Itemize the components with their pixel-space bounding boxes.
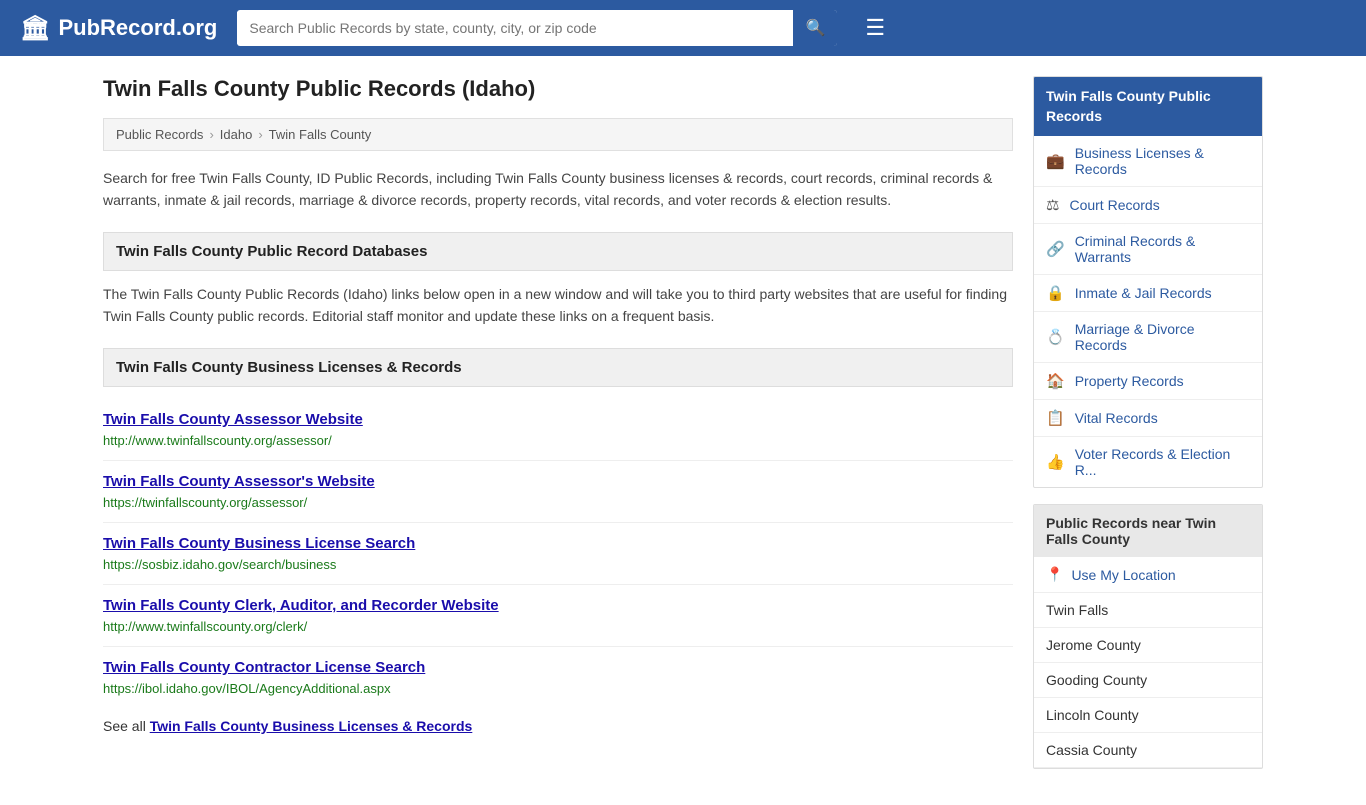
databases-section-text: The Twin Falls County Public Records (Id… xyxy=(103,283,1013,328)
content-wrapper: Twin Falls County Public Records (Idaho)… xyxy=(83,56,1283,805)
nearby-item-label: Cassia County xyxy=(1046,742,1137,758)
location-pin-icon: 📍 xyxy=(1046,566,1063,583)
see-all-text: See all xyxy=(103,718,146,734)
record-title-2[interactable]: Twin Falls County Business License Searc… xyxy=(103,535,1013,552)
record-url-1: https://twinfallscounty.org/assessor/ xyxy=(103,495,307,510)
records-list: Twin Falls County Assessor Website http:… xyxy=(103,399,1013,708)
see-all-link[interactable]: Twin Falls County Business Licenses & Re… xyxy=(150,718,473,734)
nearby-lincoln-county[interactable]: Lincoln County xyxy=(1034,698,1262,733)
sidebar-box-title: Twin Falls County Public Records xyxy=(1034,77,1262,136)
logo[interactable]: 🏛 PubRecord.org xyxy=(20,14,217,43)
breadcrumb-public-records[interactable]: Public Records xyxy=(116,127,203,142)
sidebar-item-label: Property Records xyxy=(1075,373,1184,389)
house-icon: 🏠 xyxy=(1046,372,1065,390)
briefcase-icon: 💼 xyxy=(1046,152,1065,170)
business-section-header: Twin Falls County Business Licenses & Re… xyxy=(103,348,1013,387)
sidebar-item-marriage-records[interactable]: 💍 Marriage & Divorce Records xyxy=(1034,312,1262,363)
menu-icon[interactable]: ☰ xyxy=(865,15,885,41)
record-title-4[interactable]: Twin Falls County Contractor License Sea… xyxy=(103,659,1013,676)
record-item: Twin Falls County Assessor's Website htt… xyxy=(103,461,1013,523)
see-all: See all Twin Falls County Business Licen… xyxy=(103,718,1013,734)
sidebar-item-vital-records[interactable]: 📋 Vital Records xyxy=(1034,400,1262,437)
search-input[interactable] xyxy=(237,12,793,44)
nearby-title: Public Records near Twin Falls County xyxy=(1034,505,1262,557)
nearby-item-label: Gooding County xyxy=(1046,672,1147,688)
sidebar-item-court-records[interactable]: ⚖ Court Records xyxy=(1034,187,1262,224)
breadcrumb-twin-falls[interactable]: Twin Falls County xyxy=(269,127,372,142)
record-title-3[interactable]: Twin Falls County Clerk, Auditor, and Re… xyxy=(103,597,1013,614)
link-icon: 🔗 xyxy=(1046,240,1065,258)
scales-icon: ⚖ xyxy=(1046,196,1059,214)
breadcrumb: Public Records › Idaho › Twin Falls Coun… xyxy=(103,118,1013,151)
sidebar-item-label: Criminal Records & Warrants xyxy=(1075,233,1250,265)
breadcrumb-idaho[interactable]: Idaho xyxy=(220,127,253,142)
nearby-item-label: Twin Falls xyxy=(1046,602,1108,618)
sidebar-item-label: Court Records xyxy=(1069,197,1159,213)
record-url-4: https://ibol.idaho.gov/IBOL/AgencyAdditi… xyxy=(103,681,391,696)
sidebar-item-label: Business Licenses & Records xyxy=(1075,145,1250,177)
record-item: Twin Falls County Clerk, Auditor, and Re… xyxy=(103,585,1013,647)
sidebar-item-criminal-records[interactable]: 🔗 Criminal Records & Warrants xyxy=(1034,224,1262,275)
breadcrumb-sep-1: › xyxy=(209,127,213,142)
nearby-cassia-county[interactable]: Cassia County xyxy=(1034,733,1262,768)
record-item: Twin Falls County Assessor Website http:… xyxy=(103,399,1013,461)
sidebar-item-inmate-records[interactable]: 🔒 Inmate & Jail Records xyxy=(1034,275,1262,312)
nearby-twin-falls[interactable]: Twin Falls xyxy=(1034,593,1262,628)
record-url-0: http://www.twinfallscounty.org/assessor/ xyxy=(103,433,332,448)
sidebar-nearby-box: Public Records near Twin Falls County 📍 … xyxy=(1033,504,1263,769)
search-icon: 🔍 xyxy=(805,20,825,37)
record-title-1[interactable]: Twin Falls County Assessor's Website xyxy=(103,473,1013,490)
sidebar-public-records-box: Twin Falls County Public Records 💼 Busin… xyxy=(1033,76,1263,488)
sidebar-item-label: Voter Records & Election R... xyxy=(1075,446,1250,478)
nearby-item-label: Use My Location xyxy=(1071,567,1175,583)
page-title: Twin Falls County Public Records (Idaho) xyxy=(103,76,1013,102)
lock-icon: 🔒 xyxy=(1046,284,1065,302)
record-url-2: https://sosbiz.idaho.gov/search/business xyxy=(103,557,336,572)
nearby-item-label: Lincoln County xyxy=(1046,707,1139,723)
nearby-item-label: Jerome County xyxy=(1046,637,1141,653)
databases-section-header: Twin Falls County Public Record Database… xyxy=(103,232,1013,271)
sidebar-item-label: Vital Records xyxy=(1075,410,1158,426)
sidebar-item-label: Marriage & Divorce Records xyxy=(1075,321,1250,353)
sidebar-item-voter-records[interactable]: 👍 Voter Records & Election R... xyxy=(1034,437,1262,487)
nearby-jerome-county[interactable]: Jerome County xyxy=(1034,628,1262,663)
search-button[interactable]: 🔍 xyxy=(793,10,837,46)
nearby-use-location[interactable]: 📍 Use My Location xyxy=(1034,557,1262,593)
clipboard-icon: 📋 xyxy=(1046,409,1065,427)
site-header: 🏛 PubRecord.org 🔍 ☰ xyxy=(0,0,1366,56)
sidebar: Twin Falls County Public Records 💼 Busin… xyxy=(1033,76,1263,785)
logo-icon: 🏛 xyxy=(20,14,50,43)
nearby-gooding-county[interactable]: Gooding County xyxy=(1034,663,1262,698)
record-item: Twin Falls County Business License Searc… xyxy=(103,523,1013,585)
main-content: Twin Falls County Public Records (Idaho)… xyxy=(103,76,1013,785)
record-title-0[interactable]: Twin Falls County Assessor Website xyxy=(103,411,1013,428)
breadcrumb-sep-2: › xyxy=(258,127,262,142)
search-bar: 🔍 xyxy=(237,10,837,46)
page-description: Search for free Twin Falls County, ID Pu… xyxy=(103,167,1013,212)
sidebar-item-label: Inmate & Jail Records xyxy=(1075,285,1212,301)
thumb-icon: 👍 xyxy=(1046,453,1065,471)
record-item: Twin Falls County Contractor License Sea… xyxy=(103,647,1013,708)
logo-text: PubRecord.org xyxy=(58,15,217,41)
sidebar-item-business-licenses[interactable]: 💼 Business Licenses & Records xyxy=(1034,136,1262,187)
record-url-3: http://www.twinfallscounty.org/clerk/ xyxy=(103,619,307,634)
ring-icon: 💍 xyxy=(1046,328,1065,346)
sidebar-item-property-records[interactable]: 🏠 Property Records xyxy=(1034,363,1262,400)
